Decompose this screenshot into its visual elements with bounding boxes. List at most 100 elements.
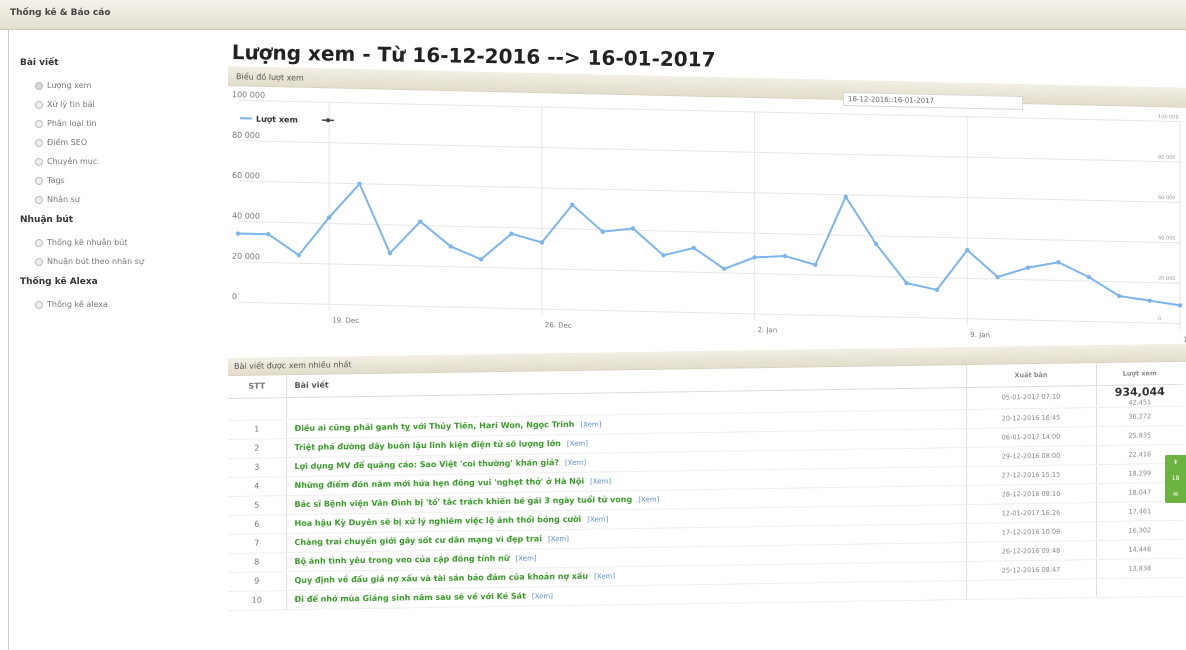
- post-title-link[interactable]: Triệt phá đường dây buôn lậu linh kiện đ…: [295, 439, 561, 452]
- row-stt: 7: [228, 533, 286, 553]
- row-stt: 6: [228, 514, 286, 534]
- radio-icon[interactable]: [35, 300, 43, 309]
- line-chart: 0 20 000 40 000 60 000 80 000 100 000 0 20 000 4…: [232, 90, 1186, 350]
- y-tick-label-left: 40 000: [232, 211, 260, 221]
- sidebar-item[interactable]: Thống kê nhuận bút: [20, 233, 200, 252]
- post-title-link[interactable]: Những điểm đón năm mới hứa hẹn đông vui …: [295, 477, 585, 490]
- row-stt: 3: [228, 457, 286, 477]
- sidebar-item-label: Điểm SEO: [47, 138, 88, 147]
- y-tick-label-left: 80 000: [232, 130, 260, 140]
- row-date: 06-01-2017 14:00: [966, 426, 1096, 448]
- post-title-link[interactable]: Bộ ảnh tình yêu trong veo của cặp đồng t…: [295, 554, 510, 566]
- sidebar-section-title: Nhuận bút: [20, 215, 74, 225]
- post-title-link[interactable]: Điều ai cũng phải ganh tỵ với Thủy Tiên,…: [295, 420, 575, 433]
- col-stt: STT: [228, 375, 286, 398]
- sidebar-item[interactable]: Nhuận bút theo nhân sự: [20, 252, 200, 271]
- data-point: [448, 244, 453, 249]
- data-point: [691, 245, 697, 251]
- view-link[interactable]: [Xem]: [516, 554, 537, 562]
- view-link[interactable]: [Xem]: [638, 496, 659, 504]
- post-title-link[interactable]: Bác sĩ Bệnh viện Vân Đình bị 'tố' tắc tr…: [295, 495, 633, 509]
- post-title-link[interactable]: Quy định về đấu giá nợ xấu và tài sản bả…: [295, 572, 589, 585]
- data-point: [661, 253, 666, 258]
- y-tick-label-right: 100 000: [1158, 114, 1179, 120]
- row-stt: 5: [228, 495, 286, 515]
- gridline: [238, 301, 1180, 325]
- radio-icon[interactable]: [35, 176, 43, 185]
- sidebar-item-label: Xử lý tin bài: [47, 100, 95, 109]
- view-link[interactable]: [Xem]: [580, 420, 601, 428]
- title-bar: Thống kê & Báo cáo: [0, 0, 1186, 30]
- data-point: [1177, 303, 1183, 308]
- radio-icon[interactable]: [35, 257, 43, 266]
- y-tick-label-right: 0: [1158, 316, 1161, 322]
- chat-icon[interactable]: ✉: [1165, 487, 1186, 503]
- window-title: Thống kê & Báo cáo: [10, 8, 111, 18]
- sidebar-item[interactable]: Xử lý tin bài: [20, 95, 200, 114]
- x-tick-label: 9. Jan: [970, 331, 990, 339]
- table-body: 05-01-2017 07:10 934,044 42,451 1 Điều ai…: [228, 383, 1183, 610]
- data-point: [1147, 298, 1152, 303]
- sidebar-item[interactable]: Thống kê alexa: [20, 295, 200, 314]
- radio-icon[interactable]: [35, 119, 43, 128]
- sidebar-item[interactable]: Chuyên mục: [20, 152, 200, 171]
- x-tick-label: 2. Jan: [758, 326, 778, 334]
- floating-widget[interactable]: ⬆ 18 ✉: [1165, 455, 1186, 503]
- post-title-link[interactable]: Lợi dụng MV để quảng cáo: Sao Việt 'coi …: [295, 458, 560, 471]
- badge-count: 18: [1171, 475, 1180, 482]
- gridline: [238, 140, 1180, 163]
- row-date: 17-12-2016 10:09: [966, 521, 1096, 543]
- x-tick-label: 26. Dec: [545, 321, 572, 330]
- data-point: [1056, 260, 1061, 265]
- sidebar-item-label: Thống kê alexa: [47, 300, 108, 309]
- col-date: Xuất bản: [966, 363, 1096, 388]
- radio-icon[interactable]: [35, 81, 43, 90]
- y-tick-label-left: 20 000: [232, 252, 260, 262]
- row-views: 36,272: [1096, 405, 1183, 427]
- view-link[interactable]: [Xem]: [532, 592, 553, 600]
- row-stt: 1: [228, 419, 286, 439]
- view-link[interactable]: [Xem]: [594, 572, 615, 580]
- sidebar-item[interactable]: Tags: [20, 171, 200, 190]
- sidebar-item[interactable]: Lượng xem: [20, 76, 200, 95]
- data-point: [1025, 265, 1031, 270]
- radio-icon[interactable]: [35, 138, 43, 147]
- row-date: 29-12-2016 08:00: [966, 445, 1096, 467]
- row-date: 28-12-2016 08:10: [966, 483, 1096, 505]
- radio-icon[interactable]: [35, 100, 43, 109]
- chart-panel: Biểu đồ lượt xem 16-12-2016::16-01-2017 …: [228, 66, 1186, 373]
- post-title-link[interactable]: Hoa hậu Kỳ Duyên sẽ bị xử lý nghiêm việc…: [295, 515, 582, 528]
- col-views: Lượt xem: [1096, 361, 1183, 386]
- radio-icon[interactable]: [35, 238, 43, 247]
- row-stt: 2: [228, 438, 286, 458]
- share-icon[interactable]: ⬆: [1165, 455, 1186, 471]
- y-tick-label-right: 40 000: [1158, 235, 1175, 241]
- post-title-link[interactable]: Chàng trai chuyển giới gây sốt cư dân mạ…: [295, 534, 542, 547]
- row-views: [1096, 576, 1183, 598]
- sidebar-item[interactable]: Phân loại tin: [20, 114, 200, 133]
- post-title-link[interactable]: Đi để nhớ mùa Giáng sinh năm sau sẽ về v…: [295, 592, 526, 604]
- data-point: [1117, 293, 1122, 299]
- y-tick-label-right: 80 000: [1158, 155, 1175, 161]
- sidebar-item-label: Chuyên mục: [47, 157, 98, 166]
- radio-icon[interactable]: [35, 195, 43, 204]
- data-point: [873, 241, 879, 247]
- view-link[interactable]: [Xem]: [587, 515, 608, 523]
- view-link[interactable]: [Xem]: [567, 440, 588, 448]
- sidebar: Bài viết Lượng xem Xử lý tin bài Phân loại …: [20, 52, 200, 314]
- user-count-badge[interactable]: 18: [1165, 471, 1186, 487]
- sidebar-item-label: Phân loại tin: [47, 119, 97, 128]
- radio-icon[interactable]: [35, 157, 43, 166]
- top-posts-panel: Bài viết được xem nhiều nhất STT Bài viế…: [228, 343, 1186, 650]
- sidebar-item[interactable]: Nhân sự: [20, 190, 200, 209]
- sidebar-item-label: Tags: [47, 176, 65, 185]
- total-views-cell: 934,044 42,451: [1096, 383, 1183, 408]
- view-link[interactable]: [Xem]: [590, 477, 611, 485]
- y-tick-label-left: 0: [232, 292, 237, 301]
- view-link[interactable]: [Xem]: [565, 459, 586, 467]
- row-date: [966, 578, 1096, 600]
- row-stt: 8: [228, 552, 286, 572]
- sidebar-item[interactable]: Điểm SEO: [20, 133, 200, 152]
- view-link[interactable]: [Xem]: [548, 535, 569, 543]
- top-posts-table: STT Bài viết Xuất bản Lượt xem 05-01-201…: [228, 361, 1183, 611]
